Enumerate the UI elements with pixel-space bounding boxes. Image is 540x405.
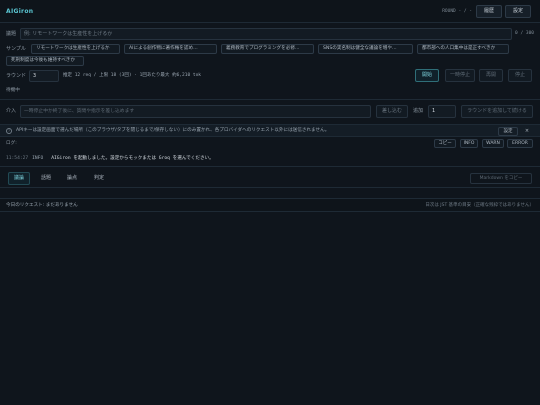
history-button[interactable]: 履歴 <box>476 5 502 18</box>
control-panel: 議題 例: リモートワークは生産性を上げるか 0 / 300 サンプル リモート… <box>0 24 540 96</box>
request-estimate: 推定 12 req / 上限 18 (3回) · 1回あたり最大 約6,210 … <box>63 73 201 78</box>
topic-label: 議題 <box>6 31 17 37</box>
copy-markdown-button[interactable]: Markdown をコピー <box>470 173 532 184</box>
log-copy-button[interactable]: コピー <box>434 139 456 148</box>
log-filter-warn[interactable]: WARN <box>482 139 504 148</box>
notice-text: APIキーは設定画面で選んだ場所（このブラウザ/タブを閉じるまで/保存しない）に… <box>16 128 330 133</box>
add-rounds-input[interactable]: 1 <box>428 105 456 118</box>
rounds-label: ラウンド <box>6 73 27 79</box>
tab-debate[interactable]: 議論 <box>8 172 31 185</box>
info-circle-icon: ? <box>6 128 12 134</box>
settings-button[interactable]: 設定 <box>505 5 531 18</box>
stop-button[interactable]: 停止 <box>508 69 532 82</box>
rounds-input[interactable]: 3 <box>29 70 59 82</box>
log-filter-error[interactable]: ERROR <box>507 139 533 148</box>
tab-topics[interactable]: 話題 <box>36 172 56 185</box>
sample-chip[interactable]: 義務教育でプログラミングを必修… <box>221 44 314 54</box>
log-title-text: ログ <box>6 141 16 146</box>
sample-chip[interactable]: 都市部への人口集中は是正すべきか <box>417 44 509 54</box>
debate-content <box>0 189 540 197</box>
interject-button[interactable]: 差し込む <box>376 105 408 118</box>
status-text: 待機中 <box>6 88 20 93</box>
add-rounds-label: 追加 <box>413 108 424 114</box>
status-footer: 今日のリクエスト: まだありません 日次は JST 基準の目安（正確な残枠ではあ… <box>0 198 540 212</box>
resume-button[interactable]: 再開 <box>479 69 503 82</box>
log-filter-info[interactable]: INFO <box>460 139 478 148</box>
sample-chip[interactable]: 死刑制度は今後も維持すべきか <box>6 56 84 66</box>
samples-label: サンプル <box>6 46 26 52</box>
tab-judgement[interactable]: 判定 <box>89 172 109 185</box>
log-panel: ログ: コピー INFO WARN ERROR 11:54:27 INFO AIGi… <box>0 137 540 167</box>
view-tabs: 議論 話題 論点 判定 Markdown をコピー <box>0 168 540 188</box>
log-level: INFO <box>32 156 44 161</box>
sample-chip[interactable]: SNSの実名制は健全な議論を増や… <box>318 44 413 54</box>
app-header: AIGiron ROUND - / - 履歴 設定 <box>0 0 540 23</box>
intervene-input[interactable]: 一時停止中か終了後に、質問や指示を差し込めます <box>20 105 371 118</box>
close-icon[interactable]: × <box>522 127 532 136</box>
sample-chip[interactable]: AIによる創作物に著作権を認め… <box>124 44 217 54</box>
topic-input[interactable]: 例: リモートワークは生産性を上げるか <box>20 28 512 40</box>
tab-points[interactable]: 論点 <box>62 172 82 185</box>
sample-chip[interactable]: リモートワークは生産性を上げるか <box>31 44 120 54</box>
log-title: ログ: <box>6 141 17 146</box>
start-button[interactable]: 開始 <box>415 69 439 82</box>
log-entry: 11:54:27 INFO AIGiron を起動しました。設定からモックまたは G… <box>6 156 214 162</box>
log-message: AIGiron を起動しました。設定からモックまたは Groq を選んでください… <box>51 156 214 161</box>
add-rounds-button[interactable]: ラウンドを追加して続ける <box>461 105 533 118</box>
intervene-bar: 介入 一時停止中か終了後に、質問や指示を差し込めます 差し込む 追加 1 ラウン… <box>0 99 540 121</box>
app-brand: AIGiron <box>6 8 34 15</box>
daily-requests: 今日のリクエスト: まだありません <box>6 203 78 208</box>
notice-settings-button[interactable]: 設定 <box>498 127 518 136</box>
pause-button[interactable]: 一時停止 <box>445 69 475 82</box>
intervene-label: 介入 <box>6 108 17 114</box>
log-time: 11:54:27 <box>6 156 29 161</box>
topic-char-count: 0 / 300 <box>515 31 534 36</box>
quota-note: 日次は JST 基準の目安（正確な残枠ではありません） <box>425 203 534 208</box>
round-indicator: ROUND - / - <box>442 9 472 14</box>
api-key-notice: ? APIキーは設定画面で選んだ場所（このブラウザ/タブを閉じるまで/保存しない… <box>0 124 540 137</box>
